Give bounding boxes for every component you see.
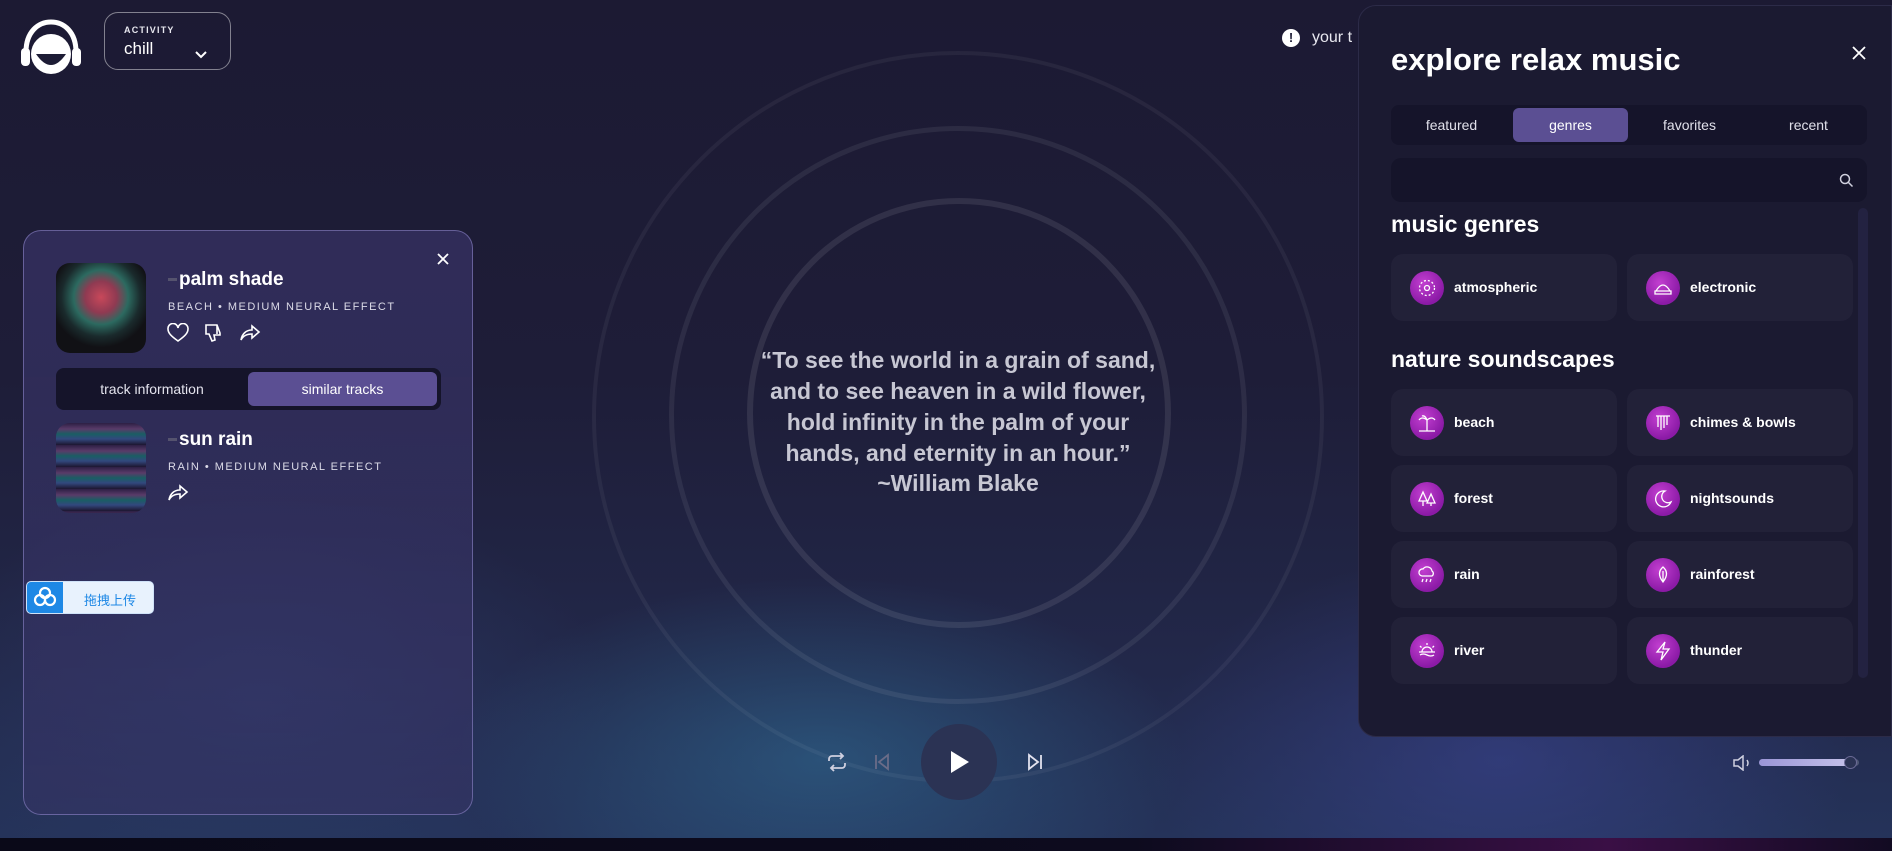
chimes-icon (1646, 406, 1680, 440)
tab-track-information[interactable]: track information (60, 372, 244, 406)
tab-recent[interactable]: recent (1751, 108, 1866, 142)
similar-track-artwork[interactable] (56, 423, 146, 513)
repeat-button[interactable] (826, 751, 848, 773)
lightning-icon (1646, 634, 1680, 668)
explore-scrollbar[interactable] (1858, 208, 1868, 678)
repeat-icon (828, 752, 846, 772)
genre-card-nightsounds[interactable]: nightsounds (1627, 465, 1853, 532)
rain-cloud-icon (1410, 558, 1444, 592)
genre-card-rain[interactable]: rain (1391, 541, 1617, 608)
skip-back-icon (875, 753, 889, 771)
track-tabs: track information similar tracks (56, 368, 441, 410)
close-icon[interactable] (1850, 44, 1868, 62)
genre-card-rainforest[interactable]: rainforest (1627, 541, 1853, 608)
notice-text: your t (1312, 29, 1353, 46)
card-label: rainforest (1690, 566, 1755, 582)
share-icon[interactable] (167, 483, 189, 503)
notice[interactable]: ! your t (1282, 29, 1352, 47)
card-label: river (1454, 642, 1485, 658)
quote-line: and to see heaven in a wild flower, (770, 378, 1146, 404)
skip-back-button[interactable] (872, 752, 892, 772)
similar-track-subtitle: RAIN • MEDIUM NEURAL EFFECT (168, 461, 383, 473)
volume-fill (1759, 759, 1851, 766)
leaf-drop-icon (1646, 558, 1680, 592)
moon-icon (1646, 482, 1680, 516)
sunset-water-icon (1410, 634, 1444, 668)
similar-track-title: sun rain (168, 429, 253, 451)
section-heading: nature soundscapes (1391, 346, 1615, 372)
similar-track-title-text: sun rain (179, 429, 253, 450)
section-heading: music genres (1391, 211, 1540, 237)
card-label: rain (1454, 566, 1480, 582)
play-button[interactable] (921, 724, 997, 800)
activity-caption: ACTIVITY (124, 25, 175, 35)
current-track-subtitle: BEACH • MEDIUM NEURAL EFFECT (168, 301, 396, 313)
title-marker (168, 438, 177, 442)
explore-title: explore relax music (1391, 42, 1681, 77)
track-panel: palm shade BEACH • MEDIUM NEURAL EFFECT … (23, 230, 473, 815)
similar-track-actions (167, 483, 189, 503)
card-label: forest (1454, 490, 1493, 506)
quote-line: hold infinity in the palm of your (786, 409, 1130, 435)
skip-forward-icon (1028, 753, 1042, 771)
quote-author: ~William Blake (877, 470, 1039, 496)
tab-genres[interactable]: genres (1513, 108, 1628, 142)
track-actions (167, 322, 261, 343)
electronic-icon (1646, 271, 1680, 305)
search-icon (1839, 173, 1854, 188)
logo-icon[interactable] (20, 18, 82, 80)
genre-card-chimes-bowls[interactable]: chimes & bowls (1627, 389, 1853, 456)
atmospheric-icon (1410, 271, 1444, 305)
genre-card-atmospheric[interactable]: atmospheric (1391, 254, 1617, 321)
title-marker (168, 278, 177, 282)
current-track-title: palm shade (168, 269, 284, 291)
activity-value: chill (124, 39, 154, 58)
tab-similar-tracks[interactable]: similar tracks (248, 372, 437, 406)
tab-favorites[interactable]: favorites (1632, 108, 1747, 142)
card-label: atmospheric (1454, 279, 1538, 295)
card-label: thunder (1690, 642, 1743, 658)
play-icon (951, 751, 969, 773)
search-input[interactable] (1391, 158, 1867, 202)
volume-icon[interactable] (1732, 755, 1756, 771)
card-label: electronic (1690, 279, 1757, 295)
volume-knob[interactable] (1844, 756, 1857, 769)
genre-card-electronic[interactable]: electronic (1627, 254, 1853, 321)
card-label: chimes & bowls (1690, 414, 1796, 430)
current-track-title-text: palm shade (179, 269, 284, 290)
trees-icon (1410, 482, 1444, 516)
quote-line: “To see the world in a grain of sand, (760, 347, 1156, 373)
explore-tabs: featured genres favorites recent (1391, 105, 1867, 145)
palm-tree-icon (1410, 406, 1444, 440)
skip-forward-button[interactable] (1025, 752, 1045, 772)
genre-card-beach[interactable]: beach (1391, 389, 1617, 456)
genre-card-thunder[interactable]: thunder (1627, 617, 1853, 684)
genre-card-forest[interactable]: forest (1391, 465, 1617, 532)
share-icon[interactable] (239, 323, 261, 343)
upload-label: 拖拽上传 (84, 593, 137, 608)
card-label: nightsounds (1690, 490, 1774, 506)
explore-panel: explore relax music featured genres favo… (1358, 5, 1892, 737)
thumbs-down-icon[interactable] (203, 323, 225, 343)
current-track-artwork[interactable] (56, 263, 146, 353)
volume-slider[interactable] (1759, 756, 1859, 769)
app-background: ACTIVITY chill ! your t “To see the worl… (0, 0, 1892, 838)
card-label: beach (1454, 414, 1495, 430)
heart-icon[interactable] (167, 322, 189, 343)
genre-card-river[interactable]: river (1391, 617, 1617, 684)
upload-widget[interactable]: 拖拽上传 (26, 581, 154, 614)
activity-dropdown[interactable]: ACTIVITY chill (104, 12, 231, 70)
cloud-icon (27, 582, 63, 613)
bottom-strip (0, 838, 1892, 851)
chevron-down-icon (195, 51, 207, 59)
tab-featured[interactable]: featured (1394, 108, 1509, 142)
quote-text: “To see the world in a grain of sand, an… (740, 345, 1176, 469)
quote-line: hands, and eternity in an hour.” (785, 440, 1131, 466)
alert-icon: ! (1282, 29, 1300, 47)
close-icon[interactable] (435, 251, 451, 267)
